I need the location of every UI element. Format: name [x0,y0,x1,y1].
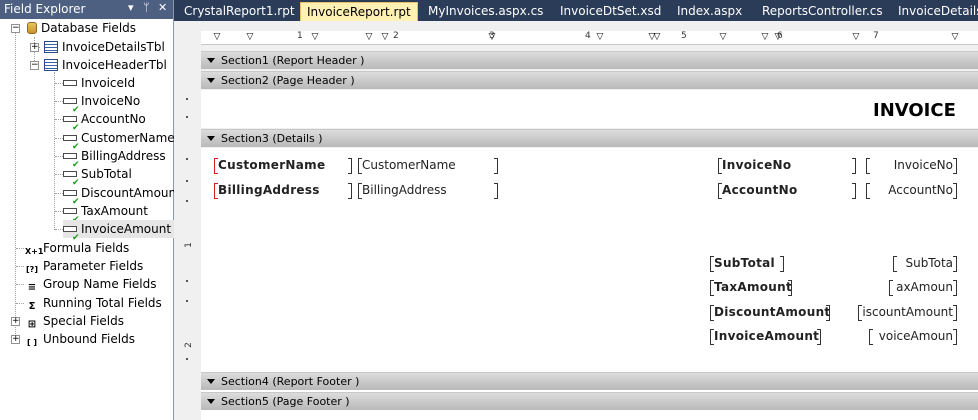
account-no-label[interactable]: AccountNo [718,182,856,199]
tab-invoicereport[interactable]: InvoiceReport.rpt [300,2,418,21]
dropdown-icon[interactable]: ▾ [128,1,134,14]
guide-marker-icon[interactable]: ▽ [951,33,959,42]
discount-amount-field[interactable]: iscountAmount [858,304,957,321]
collapse-triangle-icon [207,78,215,83]
field-used-icon [63,171,80,192]
unbound-fields-icon: [ ] [26,338,38,347]
group-name-icon: ≡ [27,282,37,293]
table-icon [44,41,58,53]
field-explorer-title: Field Explorer [4,2,86,16]
expand-unbound-fields-icon[interactable]: + [11,335,20,344]
field-explorer-titlebar: Field Explorer ▾ ᛘ ✕ [0,0,173,19]
tree-node-field-billingaddress[interactable]: BillingAddress [63,147,166,174]
field-used-icon [63,153,80,174]
collapse-triangle-icon [207,399,215,404]
tree-node-field-discountamount[interactable]: DiscountAmount [63,184,181,211]
field-used-icon [63,116,80,137]
tree-node-special-fields[interactable]: ⊞ Special Fields [25,312,124,330]
expand-special-fields-icon[interactable]: + [11,317,20,326]
collapse-triangle-icon [207,136,215,141]
tab-myinvoices[interactable]: MyInvoices.aspx.cs [422,2,549,21]
tree-node-group-name-fields[interactable]: ≡ Group Name Fields [25,275,157,293]
tab-invoicedtset[interactable]: InvoiceDtSet.xsd [554,2,667,21]
tree-node-running-total-fields[interactable]: Σ Running Total Fields [25,294,162,312]
tree-node-invoiceheadertbl[interactable]: InvoiceHeaderTbl [44,56,167,74]
tree-node-field-subtotal[interactable]: SubTotal [63,165,132,192]
discount-amount-label[interactable]: DiscountAmount [710,304,830,321]
invoice-no-label[interactable]: InvoiceNo [718,157,856,174]
guide-marker-icon[interactable]: ▽ [213,33,221,42]
tree-node-field-taxamount[interactable]: TaxAmount [63,202,148,229]
guide-marker-icon[interactable]: ▽ [719,33,727,42]
tree-node-invoicedetailstbl[interactable]: InvoiceDetailsTbl [44,38,165,56]
table-icon [44,59,58,71]
billing-address-label[interactable]: BillingAddress [214,182,352,199]
pin-icon[interactable]: ᛘ [143,1,150,14]
section3-band[interactable]: Section3 (Details ) [201,129,978,147]
collapse-invoiceheadertbl-icon[interactable]: − [30,61,39,70]
billing-address-field[interactable]: BillingAddress [358,182,498,199]
tree-node-database-fields[interactable]: Database Fields [27,19,136,37]
guide-marker-icon[interactable]: ▽ [596,33,604,42]
tree-node-field-customername[interactable]: CustomerName [63,129,175,156]
guide-marker-icon[interactable]: ▽ [381,33,389,42]
tab-index[interactable]: Index.aspx [671,2,748,21]
account-no-field[interactable]: AccountNo [866,182,957,199]
tree-node-formula-fields[interactable]: X+1Formula Fields [25,239,129,257]
guide-marker-icon[interactable]: ▽ [311,33,319,42]
document-tabs: CrystalReport1.rpt InvoiceReport.rpt MyI… [174,0,978,21]
section2-area[interactable]: INVOICE [201,90,978,128]
tree-node-field-invoiceamount[interactable]: InvoiceAmount [63,220,176,247]
field-icon [63,80,77,86]
collapse-database-fields-icon[interactable]: − [11,24,20,33]
guide-marker-icon[interactable]: ▽ [653,33,661,42]
invoice-amount-label[interactable]: InvoiceAmount [710,328,821,345]
tree-node-field-invoiceno[interactable]: InvoiceNo [63,92,140,119]
field-used-icon [63,190,80,211]
field-used-icon [63,226,80,247]
section2-band[interactable]: Section2 (Page Header ) [201,71,978,89]
field-explorer-panel: Field Explorer ▾ ᛘ ✕ − Database Fields +… [0,0,181,420]
tree-node-unbound-fields[interactable]: [ ] Unbound Fields [25,330,135,348]
tax-amount-field[interactable]: axAmoun [889,279,957,296]
guide-marker-icon[interactable]: ▽ [365,33,373,42]
field-used-icon [63,98,80,119]
section4-band[interactable]: Section4 (Report Footer ) [201,372,978,390]
subtotal-label[interactable]: SubTotal [710,255,784,272]
customer-name-field[interactable]: CustomerName [358,157,498,174]
invoice-title[interactable]: INVOICE [873,100,956,121]
report-designer: ▽ ▽ ▽ ▽ ▽ ▽ ▽ ▽ ▽ ▽ ▽ ▽ ▽ ▽ 1 2 3 4 5 6 … [174,21,978,420]
horizontal-ruler[interactable]: ▽ ▽ ▽ ▽ ▽ ▽ ▽ ▽ ▽ ▽ ▽ ▽ ▽ ▽ 1 2 3 4 5 6 … [201,31,978,45]
guide-marker-icon[interactable]: ▽ [761,33,769,42]
tree-node-field-invoiceid[interactable]: InvoiceId [63,74,135,92]
tree-node-field-accountno[interactable]: AccountNo [63,110,146,137]
field-tree: − Database Fields + InvoiceDetailsTbl − … [0,19,181,420]
section5-area[interactable] [201,410,978,420]
section1-band[interactable]: Section1 (Report Header ) [201,51,978,69]
tab-crystalreport1[interactable]: CrystalReport1.rpt [178,2,301,21]
database-icon [27,22,37,34]
guide-marker-icon[interactable]: ▽ [852,33,860,42]
collapse-triangle-icon [207,379,215,384]
invoice-no-field[interactable]: InvoiceNo [866,157,957,174]
subtotal-field[interactable]: SubTota [893,255,957,272]
tree-node-parameter-fields[interactable]: [?] Parameter Fields [25,257,143,275]
tax-amount-label[interactable]: TaxAmount [710,279,792,296]
close-icon[interactable]: ✕ [158,1,167,14]
field-used-icon [63,135,80,156]
tab-reportscontroller[interactable]: ReportsController.cs [756,2,889,21]
customer-name-label[interactable]: CustomerName [214,157,352,174]
vertical-ruler: 1 2 [182,96,198,376]
tab-invoicedetails[interactable]: InvoiceDetails. [892,2,978,21]
guide-marker-icon[interactable]: ▽ [246,33,254,42]
field-used-icon [63,208,80,229]
expand-invoicedetailstbl-icon[interactable]: + [30,43,39,52]
invoice-amount-field[interactable]: voiceAmoun [869,328,957,345]
section5-band[interactable]: Section5 (Page Footer ) [201,392,978,410]
section3-area[interactable]: CustomerName CustomerName BillingAddress… [201,148,978,372]
collapse-triangle-icon [207,58,215,63]
